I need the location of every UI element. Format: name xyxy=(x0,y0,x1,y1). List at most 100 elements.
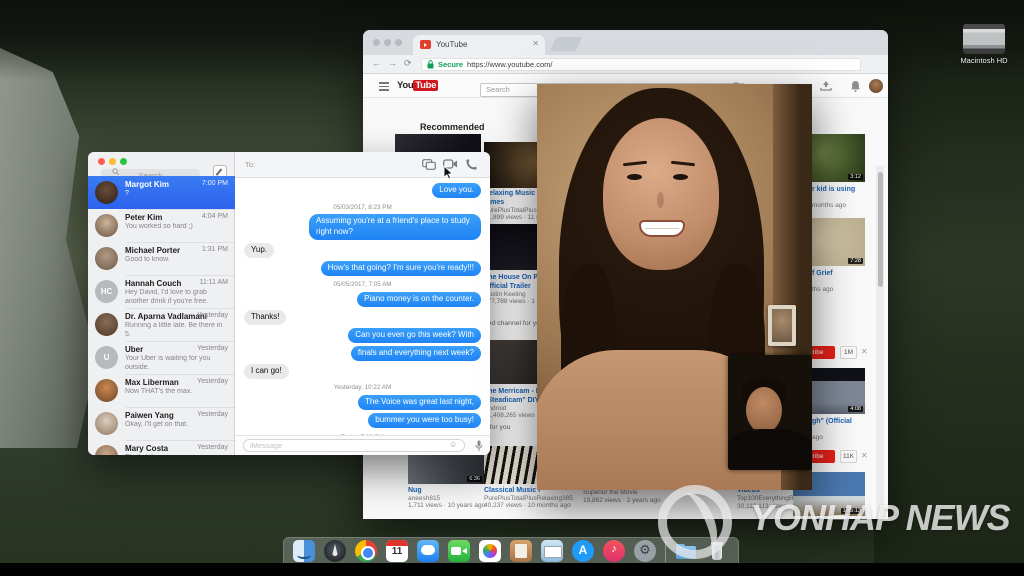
message-preview: You worked so hard ;) xyxy=(125,223,193,230)
facetime-window[interactable] xyxy=(537,84,812,490)
secure-label: Secure xyxy=(438,60,464,69)
video-channel[interactable]: PurePlusTotalPlusRe xyxy=(484,207,545,214)
menu-icon[interactable] xyxy=(379,82,389,93)
avatar xyxy=(95,247,118,270)
emoji-icon[interactable]: ☺ xyxy=(449,440,457,449)
tab-close-icon[interactable]: ✕ xyxy=(532,39,539,48)
imessage-input[interactable] xyxy=(243,439,465,452)
window-minimize-button[interactable] xyxy=(109,158,116,165)
dock-item-trash[interactable] xyxy=(706,540,728,562)
message-preview: Running a little late. Be there in 5. xyxy=(125,322,223,338)
window-minimize-button[interactable] xyxy=(384,39,391,46)
conversation-row[interactable]: U Uber Yesterday Your Uber is waiting fo… xyxy=(88,341,235,374)
dock-item-calendar[interactable]: 11 xyxy=(386,540,408,562)
conversation-row[interactable]: Mary Costa Yesterday That's hilarious. xyxy=(88,440,235,455)
video-title[interactable]: gh" (Official xyxy=(812,418,852,427)
video-channel[interactable]: Austin Keeling xyxy=(484,291,526,298)
conversation-row[interactable]: Max Liberman Yesterday Now THAT's the ma… xyxy=(88,374,235,407)
message-preview: That's hilarious. xyxy=(125,454,227,455)
scrollbar[interactable] xyxy=(876,166,884,519)
window-close-button[interactable] xyxy=(98,158,105,165)
video-meta: 1,711 views · 10 years ago xyxy=(408,502,486,509)
video-channel[interactable]: Superior the Movie xyxy=(583,489,638,496)
video-channel[interactable]: PurePlusTotalPlusRelaxing385 xyxy=(484,495,574,502)
title-line: The House On Pin xyxy=(484,274,545,281)
message-bubble-sent: Can you even go this week? With xyxy=(348,327,481,344)
dock-item-contacts[interactable] xyxy=(510,540,532,562)
message-time: 1:31 PM xyxy=(201,246,228,253)
forward-icon[interactable]: → xyxy=(388,58,397,68)
timestamp: 05/05/2017, 7:05 AM xyxy=(333,281,392,289)
video-meta: 40,237 views · 10 months ago xyxy=(484,502,571,509)
conversation-row[interactable]: Dr. Aparna Vadlamani Yesterday Running a… xyxy=(88,308,235,341)
search-icon xyxy=(112,168,120,176)
close-icon[interactable]: ✕ xyxy=(861,347,868,356)
message-bubble-sent: How's that going? I'm sure you're ready!… xyxy=(320,260,481,276)
avatar xyxy=(95,313,118,336)
close-icon[interactable]: ✕ xyxy=(861,451,868,460)
contact-name: Paiwen Yang xyxy=(125,411,174,420)
conversation-row[interactable]: Paiwen Yang Yesterday Okay, I'll get on … xyxy=(88,407,235,440)
message-bubble-sent: Love you. xyxy=(432,183,481,199)
dock-item-itunes[interactable] xyxy=(603,540,625,562)
new-tab-button[interactable] xyxy=(549,37,583,51)
dock-item-app-store[interactable] xyxy=(572,540,594,562)
dock-item-finder[interactable] xyxy=(293,540,315,562)
contact-name: Mary Costa xyxy=(125,444,169,453)
smiling-mouth xyxy=(639,220,685,237)
framed-photo xyxy=(772,309,792,342)
message-bubble-sent: bummer you were too busy! xyxy=(368,412,481,429)
profile-avatar[interactable] xyxy=(869,79,883,93)
dock-item-downloads-folder[interactable] xyxy=(675,540,697,562)
woman-face xyxy=(603,118,719,270)
dock-item-messages[interactable] xyxy=(417,540,439,562)
conversation-row[interactable]: Michael Porter 1:31 PM Good to know. xyxy=(88,242,235,275)
logo-tube: Tube xyxy=(413,80,439,91)
message-time: 4:04 PM xyxy=(201,213,228,220)
browser-tab[interactable]: YouTube ✕ xyxy=(413,35,545,55)
refresh-icon[interactable]: ⟳ xyxy=(404,58,412,69)
messages-sidebar: Margot Kim 7:00 PM ? Peter Kim 4:04 PM Y… xyxy=(88,152,235,455)
tab-title: YouTube xyxy=(436,40,468,49)
screen-share-icon[interactable] xyxy=(422,159,436,170)
video-title[interactable]: r kid is using xyxy=(812,186,855,195)
bell-icon[interactable] xyxy=(850,80,861,92)
conversation-row[interactable]: Peter Kim 4:04 PM You worked so hard ;) xyxy=(88,209,235,242)
video-meta: ago xyxy=(812,434,823,441)
video-title[interactable]: f Grief xyxy=(812,270,833,279)
phone-call-icon[interactable] xyxy=(466,159,477,170)
window-zoom-button[interactable] xyxy=(120,158,127,165)
message-bubble-sent: The Voice was great last night, xyxy=(358,394,481,411)
subscriber-count: 1M xyxy=(840,346,857,359)
conversation-row[interactable]: Margot Kim 7:00 PM ? xyxy=(88,176,235,209)
scrollbar-thumb[interactable] xyxy=(877,172,883,287)
avatar: HC xyxy=(95,280,118,303)
address-bar[interactable]: Secure https://www.youtube.com/ xyxy=(421,58,861,71)
dock-item-facetime[interactable] xyxy=(448,540,470,562)
dock-item-chrome[interactable] xyxy=(355,540,377,562)
dock-item-launchpad[interactable] xyxy=(324,540,346,562)
window-zoom-button[interactable] xyxy=(395,39,402,46)
window-close-button[interactable] xyxy=(373,39,380,46)
youtube-logo[interactable]: You Tube xyxy=(397,80,439,91)
calendar-day: 11 xyxy=(391,546,403,557)
title-line: "Steadicam" DIY xyxy=(484,396,540,404)
letterbox-bar xyxy=(0,563,1024,576)
title-line: The Merricam - M xyxy=(484,388,542,395)
dock-item-preview[interactable] xyxy=(541,540,563,562)
message-bubble-received: Thanks! xyxy=(244,309,287,326)
facetime-pip-video[interactable] xyxy=(728,355,812,470)
dock-item-photos[interactable] xyxy=(479,540,501,562)
back-icon[interactable]: ← xyxy=(372,58,381,68)
microphone-icon[interactable] xyxy=(475,440,483,452)
macintosh-hd-icon[interactable]: Macintosh HD xyxy=(952,24,1016,65)
video-channel[interactable]: Top100EverythingBish xyxy=(737,495,802,502)
lock-icon xyxy=(427,60,434,69)
conversation-row[interactable]: HC Hannah Couch 11:11 AM Hey David, I'd … xyxy=(88,275,235,308)
video-channel[interactable]: aneesh815 xyxy=(408,495,440,502)
upload-icon[interactable] xyxy=(820,81,832,91)
dock-item-system-preferences[interactable] xyxy=(634,540,656,562)
title-line: Official Trailer xyxy=(484,282,531,290)
avatar xyxy=(95,181,118,204)
video-title[interactable]: g Proposal xyxy=(812,518,848,519)
